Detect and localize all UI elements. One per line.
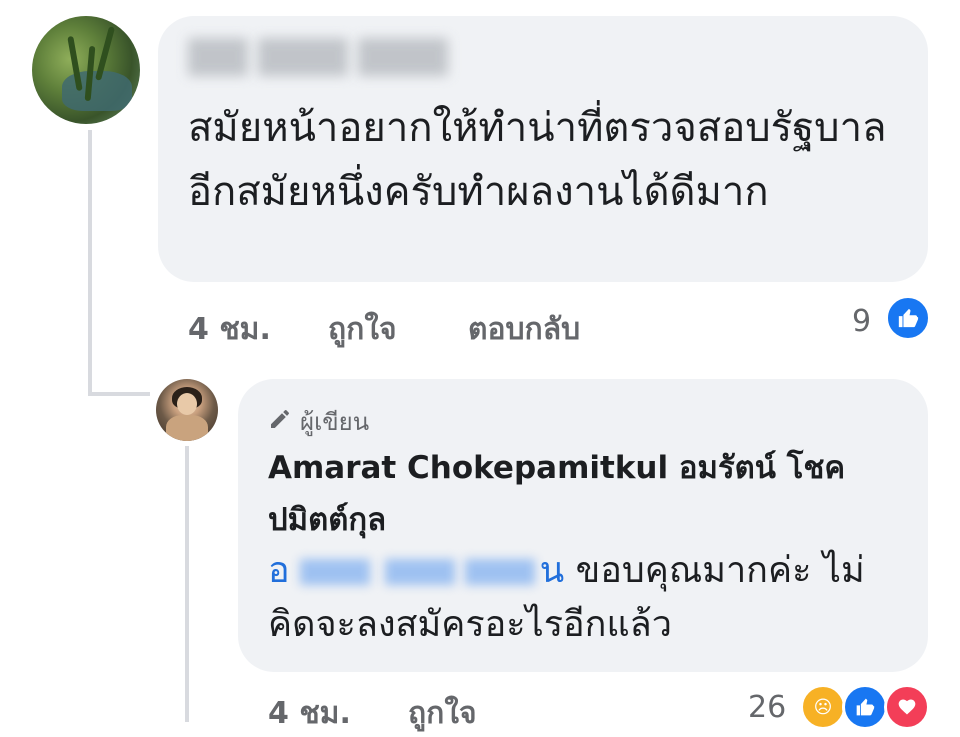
author-avatar[interactable] bbox=[156, 379, 218, 441]
reply-author-name[interactable]: Amarat Chokepamitkul อมรัตน์ โชคปมิตต์กุ… bbox=[268, 442, 888, 546]
reply-time[interactable]: 4 ชม. bbox=[268, 690, 351, 737]
mention-blurred bbox=[290, 555, 540, 589]
comment-reply-button[interactable]: ตอบกลับ bbox=[468, 306, 580, 353]
author-badge-label: ผู้เขียน bbox=[300, 408, 370, 436]
sad-icon[interactable]: ☹ bbox=[800, 684, 846, 730]
mention-link[interactable]: อน bbox=[268, 550, 564, 591]
comment-reaction-count[interactable]: 9 bbox=[852, 304, 871, 339]
commenter-avatar[interactable] bbox=[32, 16, 140, 124]
comment-text: สมัยหน้าอยากให้ทำน่าที่ตรวจสอบรัฐบาลอีกส… bbox=[188, 105, 887, 215]
thread-line bbox=[88, 130, 92, 396]
love-icon[interactable] bbox=[884, 684, 930, 730]
reply-text: อน ขอบคุณมากค่ะ ไม่คิดจะลงสมัครอะไรอีกแล… bbox=[268, 550, 865, 645]
pencil-icon bbox=[268, 407, 292, 437]
author-badge: ผู้เขียน bbox=[268, 402, 369, 441]
comment-time[interactable]: 4 ชม. bbox=[188, 306, 271, 353]
thread-connector bbox=[88, 392, 150, 396]
reply-like-button[interactable]: ถูกใจ bbox=[408, 690, 477, 737]
comment-like-button[interactable]: ถูกใจ bbox=[328, 306, 397, 353]
reply-reaction-count[interactable]: 26 bbox=[748, 690, 786, 725]
reply-thread-line bbox=[185, 446, 189, 722]
like-icon[interactable] bbox=[885, 295, 931, 341]
commenter-name-blurred[interactable] bbox=[188, 38, 448, 78]
like-icon[interactable] bbox=[842, 684, 888, 730]
